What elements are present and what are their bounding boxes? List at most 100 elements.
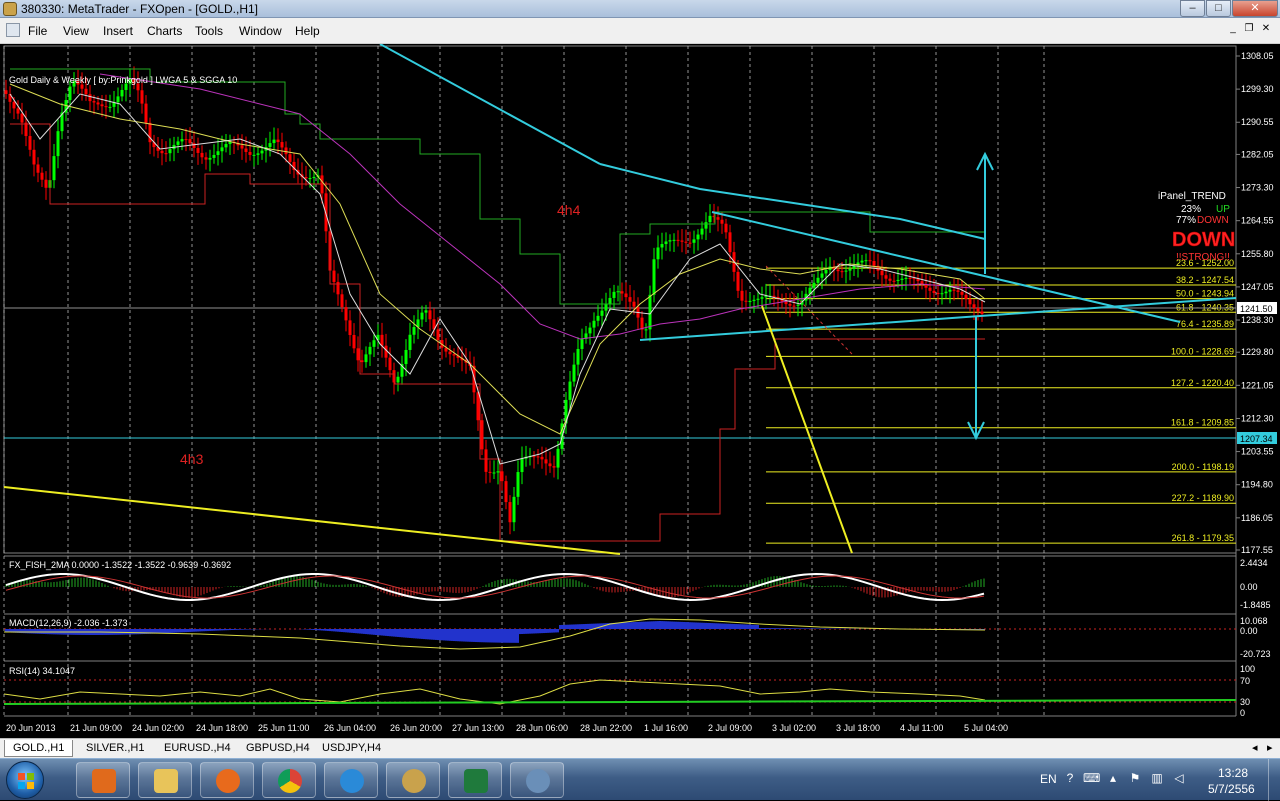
network-icon[interactable]: ▥ (1150, 771, 1164, 785)
candle-body (596, 315, 600, 321)
mdi-close-button[interactable]: ✕ (1259, 23, 1273, 37)
candle-body (848, 268, 852, 271)
tab-silver-h1[interactable]: SILVER.,H1 (78, 740, 153, 757)
candle-body (96, 102, 100, 105)
candle-body (740, 290, 744, 301)
candle-body (184, 139, 188, 141)
menu-window[interactable]: Window (239, 24, 282, 38)
flag-icon[interactable]: ⚑ (1128, 771, 1142, 785)
title-bar: 380330: MetaTrader - FXOpen - [GOLD.,H1]… (0, 0, 1280, 18)
candle-body (24, 122, 28, 137)
fib-level-label: 100.0 - 1228.69 (1171, 346, 1234, 356)
candle-body (672, 239, 676, 241)
show-hidden-icons[interactable]: ▴ (1106, 771, 1120, 785)
close-button[interactable]: ✕ (1232, 0, 1278, 17)
menu-view[interactable]: View (63, 24, 89, 38)
descending-trendline-mid (599, 163, 986, 240)
candle-body (92, 101, 96, 103)
minimize-button[interactable]: – (1180, 0, 1205, 17)
fib-base-dotted-line (765, 265, 853, 355)
language-indicator[interactable]: EN (1040, 772, 1057, 786)
taskbar-media-player[interactable] (76, 762, 130, 798)
candle-body (972, 304, 976, 308)
menu-bar: File View Insert Charts Tools Window Hel… (0, 18, 1280, 44)
volume-icon[interactable]: ◁ (1172, 771, 1186, 785)
price-tick-label: 1221.05 (1241, 380, 1274, 390)
menu-help[interactable]: Help (295, 24, 320, 38)
metatrader-icon (402, 769, 426, 793)
menu-insert[interactable]: Insert (103, 24, 133, 38)
clock-date[interactable]: 5/7/2556 (1208, 782, 1255, 796)
rsi-scale-0: 0 (1240, 708, 1245, 718)
candle-body (980, 311, 984, 315)
help-icon[interactable]: ? (1063, 771, 1077, 785)
maximize-button[interactable]: □ (1206, 0, 1231, 17)
media-player-icon (92, 769, 116, 793)
candle-body (276, 139, 280, 143)
candle-body (408, 334, 412, 350)
candle-body (688, 242, 692, 244)
tab-gold-h1[interactable]: GOLD.,H1 (4, 740, 74, 757)
time-tick-label: 25 Jun 11:00 (258, 723, 309, 733)
menu-tools[interactable]: Tools (195, 24, 223, 38)
chart-window-icon[interactable] (6, 23, 20, 37)
folder-icon (154, 769, 178, 793)
candle-body (396, 376, 400, 383)
candle-body (884, 275, 888, 279)
candle-body (620, 291, 624, 294)
time-tick-label: 3 Jul 02:00 (772, 723, 816, 733)
tab-usdjpy-h4[interactable]: USDJPY,H4 (314, 740, 389, 757)
menu-file[interactable]: File (28, 24, 47, 38)
start-button[interactable] (6, 761, 44, 799)
candle-body (632, 301, 636, 307)
keyboard-icon[interactable]: ⌨ (1083, 771, 1100, 785)
taskbar-firefox[interactable] (200, 762, 254, 798)
candle-body (728, 232, 732, 253)
candle-body (604, 304, 608, 311)
candle-body (796, 304, 800, 306)
price-tick-label: 1299.30 (1241, 84, 1274, 94)
candle-body (372, 340, 376, 347)
tab-scroll-left-button[interactable]: ◂ (1248, 740, 1262, 757)
app-icon (526, 769, 550, 793)
candle-body (380, 334, 384, 346)
candle-body (952, 289, 956, 291)
taskbar-metatrader[interactable] (386, 762, 440, 798)
candle-body (488, 471, 492, 473)
fib-level-label: 261.8 - 1179.35 (1172, 533, 1234, 543)
candle-body (652, 259, 656, 295)
candle-body (364, 354, 368, 363)
candle-body (272, 139, 276, 144)
taskbar-excel[interactable] (448, 762, 502, 798)
candle-body (748, 300, 752, 302)
mdi-minimize-button[interactable]: _ (1226, 23, 1240, 37)
rsi-scale-30: 30 (1240, 697, 1250, 707)
taskbar-app[interactable] (510, 762, 564, 798)
ipanel-up-label: UP (1216, 204, 1230, 215)
fib-level-label: 38.2 - 1247.54 (1176, 275, 1234, 285)
fib-level-label: 227.2 - 1189.90 (1172, 493, 1234, 503)
fibonacci-levels: 23.6 - 1252.0038.2 - 1247.5450.0 - 1243.… (766, 258, 1236, 544)
taskbar-explorer[interactable] (138, 762, 192, 798)
menu-charts[interactable]: Charts (147, 24, 182, 38)
taskbar-chrome[interactable] (262, 762, 316, 798)
chart-area[interactable]: 23.6 - 1252.00 38.2 - 1247.54 50.0 - 1243.… (0, 44, 1280, 738)
taskbar-internet-explorer[interactable] (324, 762, 378, 798)
candle-body (812, 282, 816, 288)
tab-gbpusd-h4[interactable]: GBPUSD,H4 (238, 740, 318, 757)
mdi-restore-button[interactable]: ❐ (1242, 23, 1256, 37)
candle-body (912, 278, 916, 280)
candle-body (244, 148, 248, 152)
price-tick-label: 1203.55 (1241, 447, 1274, 457)
time-tick-label: 5 Jul 04:00 (964, 723, 1008, 733)
candle-body (968, 299, 972, 305)
candle-body (908, 277, 912, 279)
tab-scroll-right-button[interactable]: ▸ (1263, 740, 1277, 757)
clock-time[interactable]: 13:28 (1218, 766, 1248, 780)
show-desktop-button[interactable] (1268, 759, 1280, 801)
candle-body (404, 349, 408, 365)
candle-body (288, 154, 292, 162)
candle-body (676, 239, 680, 241)
tab-eurusd-h4[interactable]: EURUSD.,H4 (156, 740, 239, 757)
projection-yellow-line (761, 305, 853, 554)
